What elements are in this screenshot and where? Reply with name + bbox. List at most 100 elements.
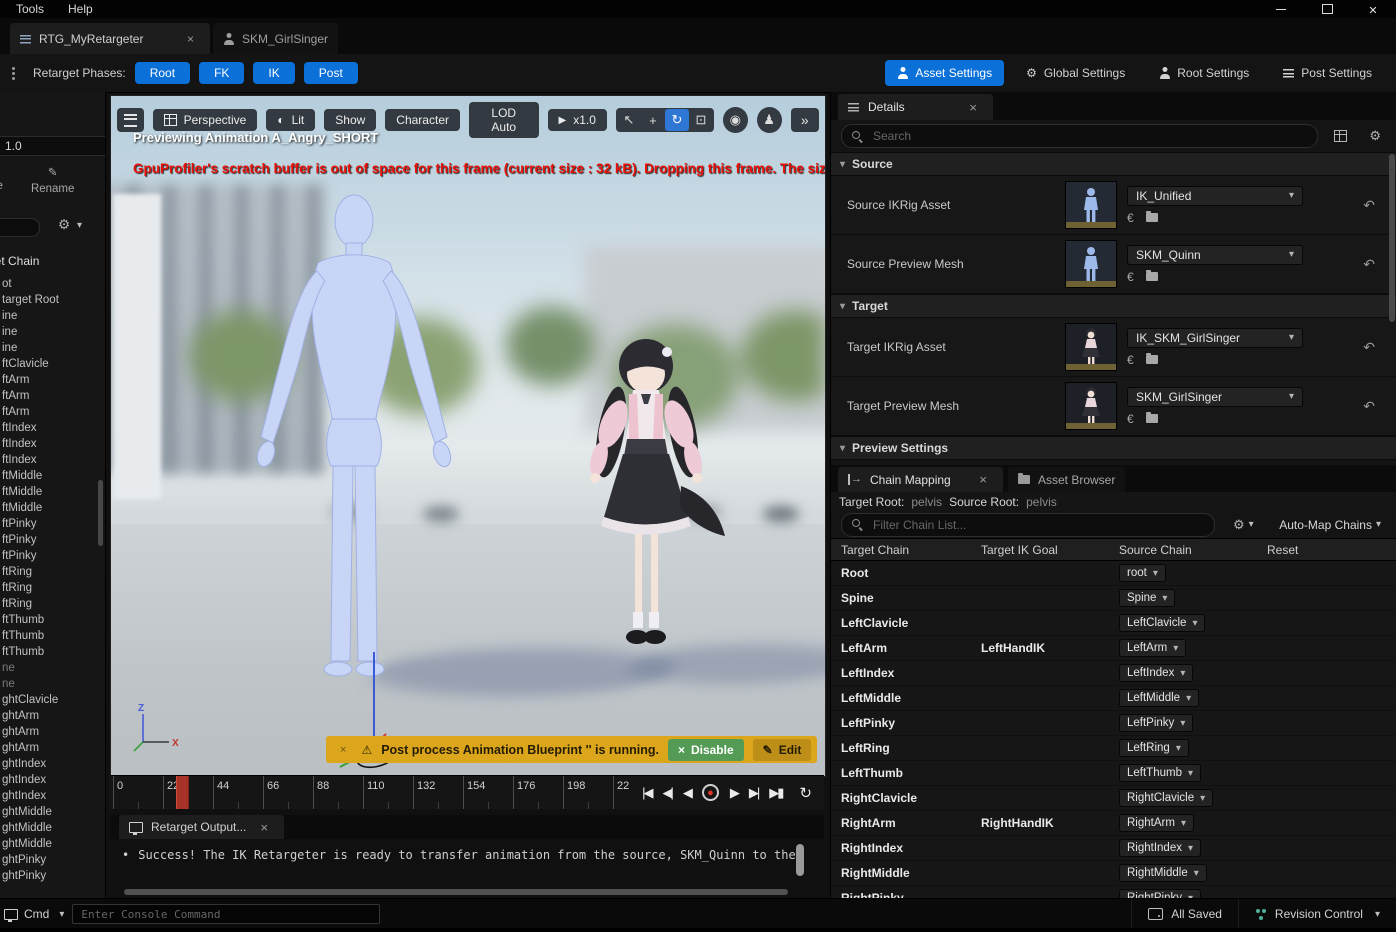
toolbar-overflow-icon[interactable] [12,67,15,70]
phase-button[interactable]: FK [199,62,244,84]
timeline-tick[interactable]: 44 [213,776,263,809]
chain-row[interactable]: Spine Spine [831,586,1396,611]
source-chain-dropdown[interactable]: LeftThumb [1119,764,1201,782]
reset-to-default-button[interactable]: ↶ [1357,397,1381,416]
details-tab-close-button[interactable]: × [963,99,983,116]
chain-row[interactable]: RightArm RightHandIK RightArm [831,811,1396,836]
chain-list-item[interactable]: ine [0,340,98,356]
source-preview-mesh-dropdown[interactable]: SKM_Quinn [1127,245,1303,265]
use-selected-asset-button[interactable]: € [1127,353,1134,367]
timeline-tick[interactable]: 0 [113,776,163,809]
column-reset[interactable]: Reset [1267,543,1396,557]
chain-row[interactable]: LeftIndex LeftIndex [831,661,1396,686]
character-dropdown[interactable]: Character [385,109,460,131]
chain-list-item[interactable]: ghtPinky [0,852,98,868]
root-settings-button[interactable]: Root Settings [1147,60,1261,86]
chain-filter-input[interactable] [871,517,1204,533]
timeline-tick[interactable]: 154 [463,776,513,809]
chain-list-item[interactable]: ot [0,276,98,292]
source-chain-dropdown[interactable]: RightArm [1119,814,1194,832]
column-target-chain[interactable]: Target Chain [831,543,981,557]
details-settings-button[interactable]: ⚙ [1363,127,1387,145]
chain-list-item[interactable]: ftPinky [0,516,98,532]
chain-row[interactable]: LeftMiddle LeftMiddle [831,686,1396,711]
revision-control-button[interactable]: Revision Control [1238,899,1396,929]
reset-to-default-button[interactable]: ↶ [1357,338,1381,357]
source-chain-dropdown[interactable]: root [1119,564,1166,582]
chain-list-item[interactable]: ghtArm [0,708,98,724]
asset-browser-tab[interactable]: Asset Browser [1008,467,1125,492]
reset-to-default-button[interactable]: ↶ [1357,255,1381,274]
timeline-tick[interactable]: 132 [413,776,463,809]
chain-list-item[interactable]: ftMiddle [0,500,98,516]
source-ikrig-dropdown[interactable]: IK_Unified [1127,186,1303,206]
use-selected-asset-button[interactable]: € [1127,211,1134,225]
menu-help[interactable]: Help [68,2,93,16]
maximize-button[interactable] [1304,0,1350,18]
asset-settings-button[interactable]: Asset Settings [885,60,1004,86]
chain-list-item[interactable]: ghtMiddle [0,820,98,836]
tab-retargeter[interactable]: RTG_MyRetargeter × [10,23,210,54]
chain-list-item[interactable]: ftThumb [0,612,98,628]
chain-list-item[interactable]: ftThumb [0,628,98,644]
global-settings-button[interactable]: ⚙ Global Settings [1014,60,1137,86]
details-view-options-button[interactable] [1328,129,1353,143]
lod-dropdown[interactable]: LOD Auto [469,102,539,138]
chain-list-item[interactable]: ftMiddle [0,468,98,484]
rotate-tool-button[interactable]: ↻ [665,109,689,131]
timeline-tick[interactable]: 176 [513,776,563,809]
browse-to-asset-button[interactable] [1146,213,1158,222]
chain-list-item[interactable]: ghtMiddle [0,836,98,852]
perspective-dropdown[interactable]: Perspective [153,109,258,131]
scale-tool-button[interactable]: ⊡ [689,109,713,131]
chain-row[interactable]: RightIndex RightIndex [831,836,1396,861]
mannequin-thumbnail[interactable] [1065,181,1117,229]
expand-toolbar-button[interactable]: » [791,108,819,132]
chain-row[interactable]: LeftArm LeftHandIK LeftArm [831,636,1396,661]
source-chain-dropdown[interactable]: RightIndex [1119,839,1201,857]
chain-list-item[interactable]: ftArm [0,372,98,388]
step-back-button[interactable]: ◀| [663,785,672,801]
use-selected-asset-button[interactable]: € [1127,270,1134,284]
minimize-button[interactable] [1258,0,1304,18]
loop-button[interactable]: ↻ [793,783,818,803]
timeline-tick[interactable]: 88 [313,776,363,809]
target-ikrig-dropdown[interactable]: IK_SKM_GirlSinger [1127,328,1303,348]
column-target-ik-goal[interactable]: Target IK Goal [981,543,1119,557]
chain-tab-close-button[interactable]: × [973,471,993,488]
details-search-box[interactable] [841,124,1318,148]
go-to-start-button[interactable]: |◀ [642,785,651,801]
chain-list-item[interactable]: ghtIndex [0,756,98,772]
chain-list-item[interactable]: ne [0,676,98,692]
source-chain-dropdown[interactable]: LeftArm [1119,639,1186,657]
chain-mapping-settings-button[interactable]: ⚙ [1227,516,1260,534]
camera-speed-button[interactable]: ◉ [723,107,748,133]
chain-list-item[interactable]: ftMiddle [0,484,98,500]
all-saved-button[interactable]: All Saved [1131,899,1238,929]
lit-mode-dropdown[interactable]: ◐ Lit [266,109,315,131]
chain-row[interactable]: LeftThumb LeftThumb [831,761,1396,786]
chain-row[interactable]: LeftClavicle LeftClavicle [831,611,1396,636]
chain-list-item[interactable]: ghtArm [0,740,98,756]
source-chain-dropdown[interactable]: LeftClavicle [1119,614,1205,632]
girl-thumbnail[interactable] [1065,382,1117,430]
viewport-menu-button[interactable] [117,108,144,132]
phase-button[interactable]: IK [253,62,294,84]
chain-list-item[interactable]: ftIndex [0,452,98,468]
chain-row[interactable]: RightMiddle RightMiddle [831,861,1396,886]
step-forward-button[interactable]: ▶| [749,785,758,801]
output-tab-close-button[interactable]: × [254,819,274,836]
chain-list-item[interactable]: ftRing [0,596,98,612]
phase-button[interactable]: Post [304,62,358,84]
close-window-button[interactable] [1350,0,1396,18]
details-search-input[interactable] [871,128,1307,144]
console-type-dropdown[interactable]: Cmd [4,907,64,921]
output-horizontal-scrollbar[interactable] [124,889,788,895]
browse-to-asset-button[interactable] [1146,355,1158,364]
browse-to-asset-button[interactable] [1146,414,1158,423]
post-settings-button[interactable]: Post Settings [1271,60,1384,86]
chain-settings-button[interactable]: ⚙ [52,216,88,234]
chain-filter-box[interactable] [841,513,1215,537]
chain-list-item[interactable]: ftIndex [0,436,98,452]
chain-row[interactable]: LeftRing LeftRing [831,736,1396,761]
